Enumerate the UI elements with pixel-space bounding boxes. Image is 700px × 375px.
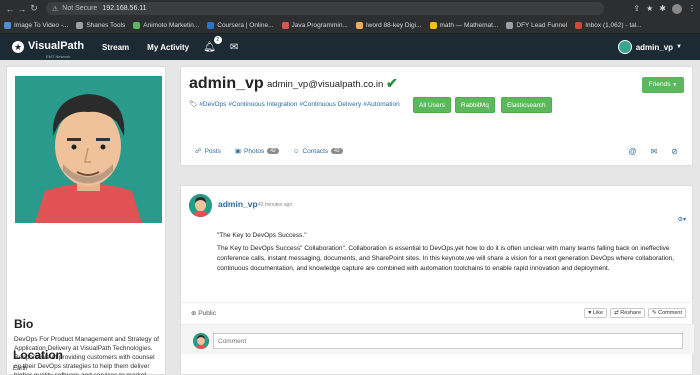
address-bar[interactable]: ⚠ Not Secure 192.168.56.11 xyxy=(46,2,604,15)
bookmark-item[interactable]: math — Mathemat... xyxy=(429,21,498,29)
post-footer: ⊕ Public ♥ Like ⇄ Reshare ✎ Comment xyxy=(181,302,694,322)
profile-sidebar: Bio DevOps For Product Management and St… xyxy=(6,66,166,375)
tab-posts[interactable]: ☍ Posts xyxy=(195,147,221,156)
post-timestamp: 42 minutes ago xyxy=(258,202,293,208)
bookmark-item[interactable]: Inbox (1,062) - tal... xyxy=(575,21,642,29)
post-author[interactable]: admin_vp xyxy=(218,199,258,209)
bookmark-favicon-icon xyxy=(575,21,583,29)
profile-name: admin_vp xyxy=(189,75,264,92)
caret-down-icon: ▼ xyxy=(672,82,678,88)
profile-portrait[interactable] xyxy=(15,76,162,223)
tag-link[interactable]: #Continuous Delivery xyxy=(299,101,361,108)
browser-toolbar: ← → ↻ ⚠ Not Secure 192.168.56.11 ⇪ ★ ✱ ⋮ xyxy=(0,0,700,17)
tab-contacts[interactable]: ☺ Contacts 42 xyxy=(293,147,343,155)
location-heading: Location xyxy=(13,348,63,362)
bookmark-item[interactable]: Iword 88-key Digi... xyxy=(355,21,422,29)
avatar xyxy=(193,333,209,349)
menu-icon[interactable]: ⋮ xyxy=(688,4,696,13)
tag-link[interactable]: #Automation xyxy=(363,101,400,108)
logo[interactable]: VisualPath EMT Network xyxy=(28,36,84,59)
bookmarks-bar: Image To Video -... Shanes Tools Animoto… xyxy=(0,17,700,34)
profile-tabs: ☍ Posts ▣ Photos 42 ☺ Contacts 42 xyxy=(195,147,357,155)
back-icon[interactable]: ← xyxy=(4,4,16,14)
bookmark-item[interactable]: Coursera | Online... xyxy=(207,21,274,29)
count-badge: 42 xyxy=(331,148,343,154)
share-icon[interactable]: ⇪ xyxy=(633,4,640,13)
avatar xyxy=(617,40,632,54)
tag-link[interactable]: #Continuous Integration xyxy=(228,101,297,108)
nav-activity-link[interactable]: My Activity xyxy=(147,43,189,52)
bookmark-favicon-icon xyxy=(429,21,437,29)
elasticsearch-button[interactable]: Elasticsearch xyxy=(501,97,552,113)
reload-icon[interactable]: ↻ xyxy=(28,3,40,14)
profile-actions: @ ✉ ⊘ xyxy=(628,147,678,156)
bookmark-favicon-icon xyxy=(76,21,84,29)
forward-icon[interactable]: → xyxy=(16,4,28,14)
friends-button[interactable]: Friends ▼ xyxy=(642,77,684,93)
heart-icon: ♥ xyxy=(588,310,592,316)
bookmark-star-icon[interactable]: ★ xyxy=(646,4,653,13)
comment-icon: ✎ xyxy=(652,310,657,316)
mention-icon[interactable]: @ xyxy=(628,147,636,156)
tag-icon: 🏷︎ xyxy=(189,101,198,108)
tab-photos[interactable]: ▣ Photos 42 xyxy=(235,147,279,155)
bookmark-item[interactable]: Java Programmin... xyxy=(281,21,348,29)
reshare-button[interactable]: ⇄ Reshare xyxy=(610,308,646,318)
bookmark-item[interactable]: Animoto Marketin... xyxy=(133,21,199,29)
verified-check-icon: ✔ xyxy=(386,75,398,91)
block-icon[interactable]: ⊘ xyxy=(671,147,678,156)
tag-list: 🏷︎ #DevOps #Continuous Integration #Continu… xyxy=(189,100,402,108)
gear-icon[interactable]: ⚙▾ xyxy=(678,216,686,223)
profile-avatar-icon[interactable] xyxy=(672,3,682,14)
post-card: admin_vp 42 minutes ago ⚙▾ "The Key to D… xyxy=(180,185,694,375)
tag-link[interactable]: #DevOps xyxy=(199,101,226,108)
all-users-button[interactable]: All Users xyxy=(413,97,452,113)
visibility-label: ⊕ Public xyxy=(191,310,216,317)
profile-email: admin_vp@visualpath.co.in xyxy=(267,79,384,90)
profile-header: admin_vp admin_vp@visualpath.co.in ✔ 🏷︎ #… xyxy=(180,66,693,166)
count-badge: 42 xyxy=(267,148,279,154)
extensions-icon[interactable]: ✱ xyxy=(659,4,666,13)
bookmark-favicon-icon xyxy=(355,21,363,29)
app-navbar: ★ VisualPath EMT Network Stream My Activ… xyxy=(0,34,700,60)
bookmark-favicon-icon xyxy=(281,21,289,29)
posts-icon: ☍ xyxy=(195,148,202,155)
globe-icon: ⊕ xyxy=(191,310,197,317)
not-secure-icon: ⚠ xyxy=(52,5,59,13)
bookmark-favicon-icon xyxy=(133,21,141,29)
nav-stream-link[interactable]: Stream xyxy=(102,43,129,52)
comment-button[interactable]: ✎ Comment xyxy=(648,308,686,318)
notifications-bell-icon[interactable]: 🔔︎ 2 xyxy=(203,35,222,53)
bookmark-favicon-icon xyxy=(4,21,11,29)
user-menu[interactable]: admin_vp ▼ xyxy=(617,40,682,54)
messages-envelope-icon[interactable]: ✉ xyxy=(230,42,238,53)
user-menu-name: admin_vp xyxy=(635,42,674,52)
post-title: "The Key to DevOps Success." xyxy=(217,232,307,239)
url-text: 192.168.56.11 xyxy=(102,5,147,12)
location-text: Earth xyxy=(13,366,28,372)
bookmark-favicon-icon xyxy=(506,21,514,29)
contacts-icon: ☺ xyxy=(292,147,300,155)
comment-input[interactable] xyxy=(213,333,683,349)
bookmark-favicon-icon xyxy=(207,21,215,29)
message-envelope-icon[interactable]: ✉ xyxy=(651,147,658,156)
rabbitmq-button[interactable]: RabbitMq xyxy=(455,97,495,113)
bookmark-item[interactable]: Shanes Tools xyxy=(76,21,125,29)
chevron-down-icon: ▼ xyxy=(676,44,682,50)
logo-star-icon: ★ xyxy=(12,41,24,53)
photos-icon: ▣ xyxy=(234,148,242,155)
post-body: The Key to DevOps Success" Collaboration… xyxy=(217,245,675,272)
comment-row xyxy=(181,324,694,354)
like-button[interactable]: ♥ Like xyxy=(584,308,608,318)
security-label: Not Secure xyxy=(62,5,98,12)
avatar[interactable] xyxy=(189,194,212,217)
notification-count-badge: 2 xyxy=(213,35,222,44)
bio-heading: Bio xyxy=(14,317,34,331)
bookmark-item[interactable]: DFY Lead Funnel xyxy=(506,21,567,29)
reshare-icon: ⇄ xyxy=(614,310,619,316)
bookmark-item[interactable]: Image To Video -... xyxy=(4,21,68,29)
